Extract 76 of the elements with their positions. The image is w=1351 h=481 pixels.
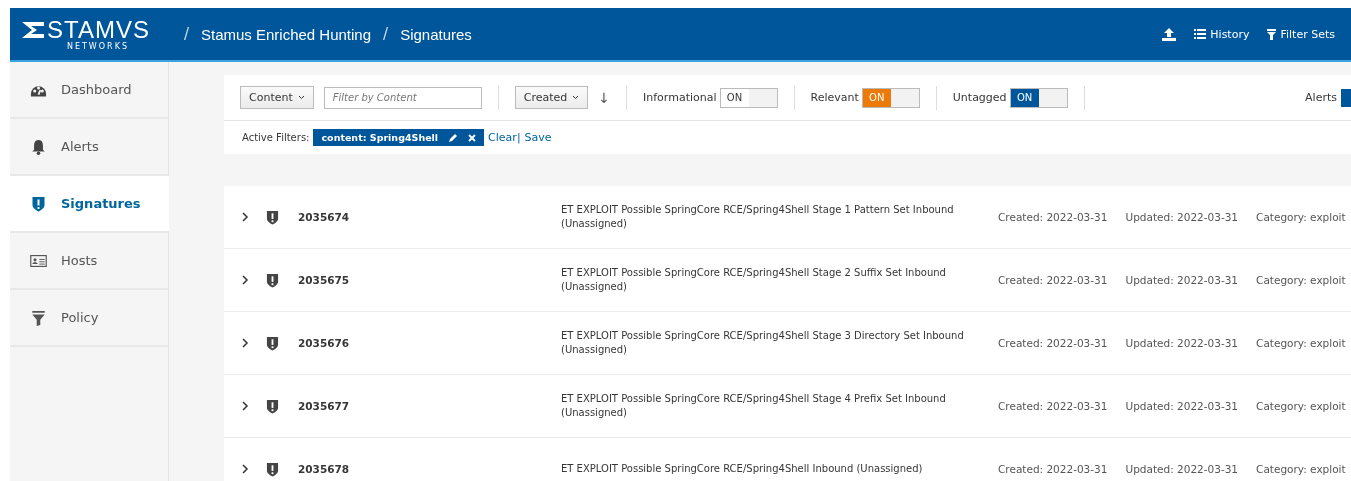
funnel-icon	[30, 309, 47, 326]
shield-icon	[266, 272, 279, 288]
shield-icon	[266, 398, 279, 414]
logo-icon	[22, 21, 44, 38]
clear-link[interactable]: Clear|	[488, 131, 521, 144]
breadcrumb[interactable]: Stamus Enriched Hunting	[200, 25, 372, 43]
created-date: Created: 2022-03-31	[998, 337, 1108, 349]
updated-date: Updated: 2022-03-31	[1125, 463, 1239, 475]
signature-message: ET EXPLOIT Possible SpringCore RCE/Spring4Shell Stage 4 Prefix Set Inbound (Unassigned)	[561, 392, 947, 420]
history-link[interactable]: History	[1194, 27, 1250, 41]
category: Category: exploit	[1256, 274, 1346, 286]
breadcrumb-separator: /	[183, 25, 189, 43]
category: Category: exploit	[1256, 400, 1346, 412]
signature-message: ET EXPLOIT Possible SpringCore RCE/Spring4Shell Stage 2 Suffix Set Inbound (Unassigned)	[561, 266, 947, 294]
sidebar-item[interactable]: Signatures	[10, 176, 169, 233]
category: Category: exploit	[1256, 463, 1346, 475]
close-icon[interactable]	[468, 133, 477, 142]
caret-icon	[572, 95, 580, 100]
signature-message: ET EXPLOIT Possible SpringCore RCE/Spring4Shell Stage 1 Pattern Set Inbound (Unassigned)	[561, 203, 955, 231]
created-date: Created: 2022-03-31	[998, 274, 1108, 286]
list-icon	[1194, 29, 1207, 39]
created-date: Created: 2022-03-31	[998, 463, 1108, 475]
signature-row[interactable]: 2035675 ET EXPLOIT Possible SpringCore RCE/Spring4Shell Stage 2 Suffix Set Inbound (Unassigned) Created: 2022-03-31 Updated: 2022-03-31 Category: exploit	[224, 249, 1351, 312]
updated-date: Updated: 2022-03-31	[1125, 274, 1239, 286]
signature-id: 2035678	[298, 463, 351, 475]
expand-icon[interactable]	[240, 463, 250, 475]
upload-icon[interactable]	[1162, 27, 1177, 41]
save-link[interactable]: Save	[524, 131, 552, 144]
created-date: Created: 2022-03-31	[998, 211, 1108, 223]
breadcrumb-separator: /	[383, 25, 389, 43]
signature-id: 2035677	[298, 400, 351, 412]
shield-icon	[266, 461, 279, 477]
filter-sets-link[interactable]: Filter Sets	[1267, 27, 1335, 41]
filter-type-dropdown[interactable]: Content	[240, 86, 314, 109]
signature-row[interactable]: 2035678 ET EXPLOIT Possible SpringCore RCE/Spring4Shell Inbound (Unassigned) Created: 2022-03-31 Updated: 2022-03-31 Category: exploit	[224, 438, 1351, 481]
toggle-label: Untagged	[952, 91, 1007, 104]
toggle-label: Alerts	[1305, 91, 1337, 104]
id-card-icon	[30, 252, 47, 269]
shield-icon	[266, 335, 279, 351]
toggle-switch[interactable]: ON	[1009, 87, 1068, 108]
bell-icon	[30, 138, 47, 155]
sort-dropdown[interactable]: Created	[514, 86, 589, 109]
shield-icon	[266, 209, 279, 225]
active-filters-label: Active Filters:	[242, 132, 310, 143]
updated-date: Updated: 2022-03-31	[1125, 337, 1239, 349]
filter-chip[interactable]: content: Spring4Shell	[313, 129, 485, 146]
filter-input[interactable]: Filter by Content	[323, 86, 482, 109]
toggle-label: Relevant	[810, 91, 859, 104]
updated-date: Updated: 2022-03-31	[1125, 400, 1239, 412]
category: Category: exploit	[1256, 211, 1346, 223]
toggle-label: Informational	[643, 91, 717, 104]
signature-id: 2035675	[298, 274, 351, 286]
expand-icon[interactable]	[240, 337, 250, 349]
created-date: Created: 2022-03-31	[998, 400, 1108, 412]
signature-id: 2035674	[298, 211, 351, 223]
signature-row[interactable]: 2035676 ET EXPLOIT Possible SpringCore RCE/Spring4Shell Stage 3 Directory Set Inbound (Unassigned) Created: 2022-03-31 Updated: 2022-03-31 Category: exploit	[224, 312, 1351, 375]
shield-icon	[30, 195, 47, 212]
signature-message: ET EXPLOIT Possible SpringCore RCE/Spring4Shell Inbound (Unassigned)	[561, 462, 924, 476]
expand-icon[interactable]	[240, 274, 250, 286]
updated-date: Updated: 2022-03-31	[1125, 211, 1239, 223]
signature-id: 2035676	[298, 337, 351, 349]
signature-message: ET EXPLOIT Possible SpringCore RCE/Spring4Shell Stage 3 Directory Set Inbound (Unassigned)	[561, 329, 965, 357]
brand-subtitle: NETWORKS	[66, 41, 129, 51]
brand-name: STAMVS	[47, 17, 150, 42]
breadcrumb[interactable]: Signatures	[400, 25, 472, 43]
toggle-switch[interactable]: ON	[719, 87, 778, 108]
expand-icon[interactable]	[240, 400, 250, 412]
signature-row[interactable]: 2035677 ET EXPLOIT Possible SpringCore RCE/Spring4Shell Stage 4 Prefix Set Inbound (Unassigned) Created: 2022-03-31 Updated: 2022-03-31 Category: exploit	[224, 375, 1351, 438]
signature-row[interactable]: 2035674 ET EXPLOIT Possible SpringCore RCE/Spring4Shell Stage 1 Pattern Set Inbound (Unassigned) Created: 2022-03-31 Updated: 2022-03-31 Category: exploit	[224, 186, 1351, 249]
funnel-icon	[1267, 28, 1277, 40]
toggle-switch[interactable]	[1341, 88, 1351, 107]
category: Category: exploit	[1256, 337, 1346, 349]
caret-icon	[297, 95, 305, 100]
expand-icon[interactable]	[240, 211, 250, 223]
pencil-icon[interactable]	[448, 132, 459, 143]
sort-order-button[interactable]: ↓	[598, 89, 611, 106]
